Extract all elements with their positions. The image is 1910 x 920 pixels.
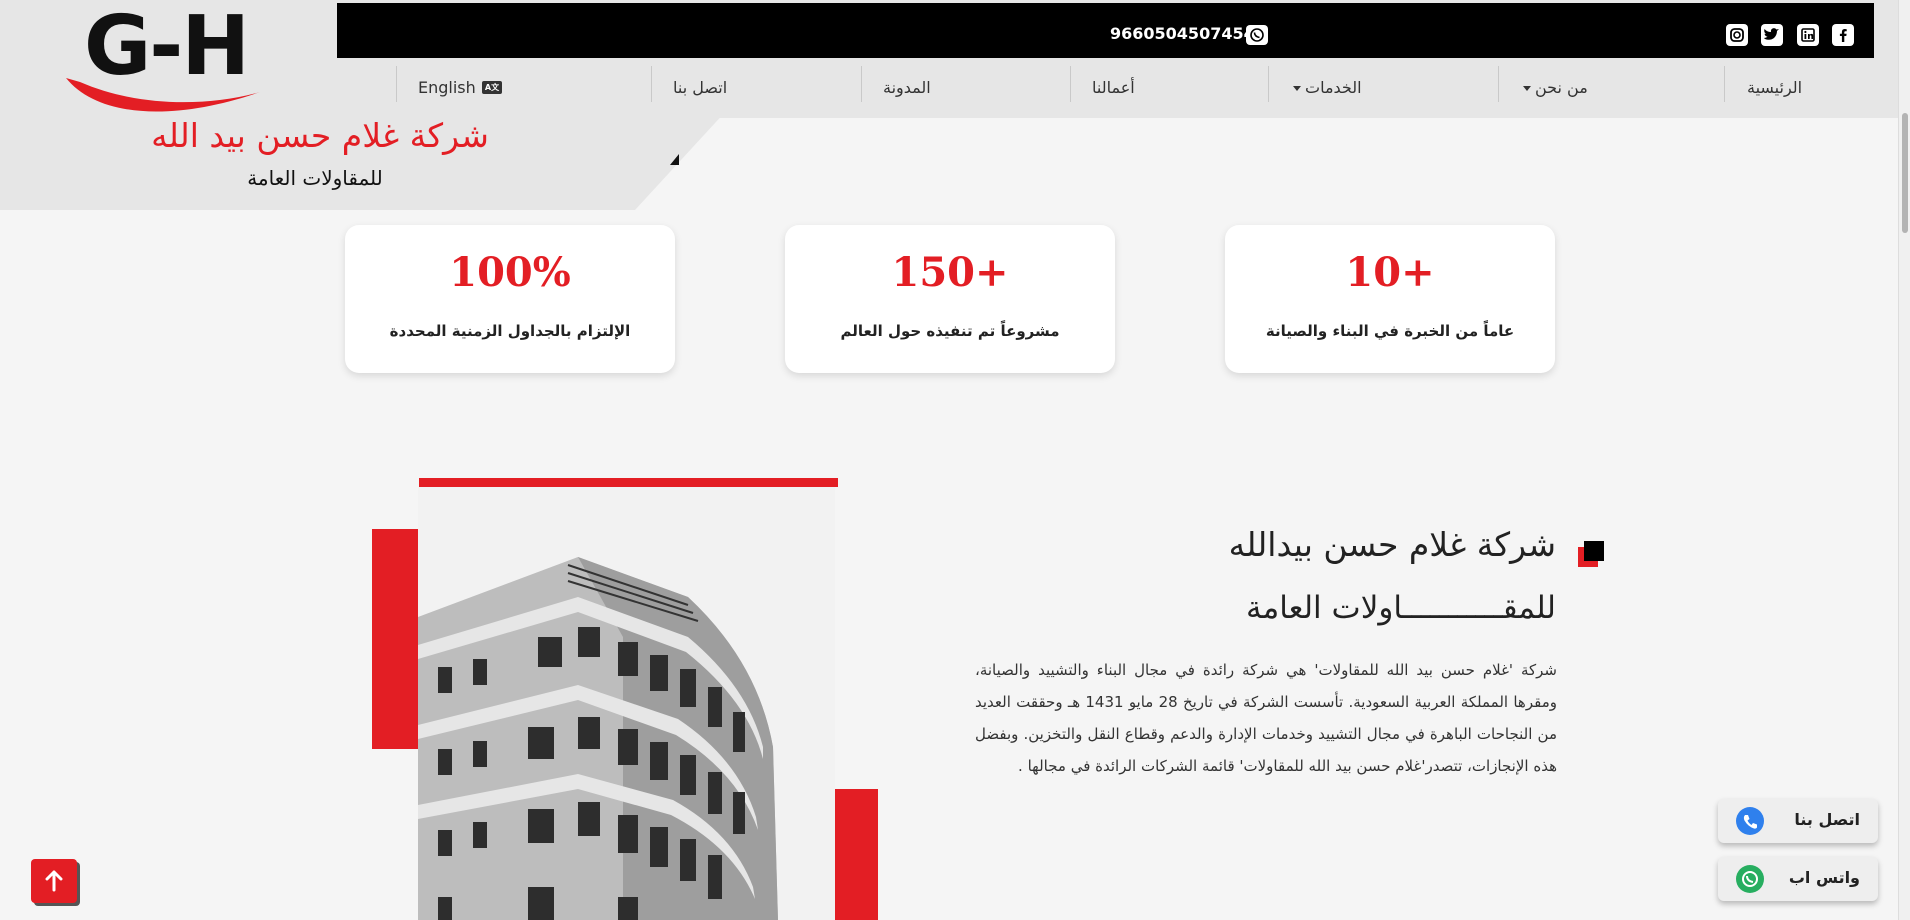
about-subtitle: للمقـــــــــــاولات العامة: [1245, 590, 1556, 626]
top-contact-bar: 9660504507454+: [337, 3, 1874, 58]
nav-divider: [1498, 66, 1499, 102]
stat-value: 150+: [891, 249, 1009, 296]
decor-red-block: [372, 529, 418, 749]
linkedin-icon[interactable]: [1797, 24, 1819, 46]
building-image: [418, 487, 835, 920]
page-scrollbar[interactable]: [1898, 0, 1910, 920]
chevron-down-icon: [1523, 86, 1531, 91]
stat-value: 10+: [1345, 249, 1435, 296]
facebook-icon[interactable]: [1832, 24, 1854, 46]
scrollbar-thumb[interactable]: [1902, 113, 1908, 233]
whatsapp-icon: [1736, 865, 1764, 893]
title-bullet-icon: [1578, 541, 1604, 567]
nav-about-label: من نحن: [1535, 78, 1588, 97]
nav-divider: [861, 66, 862, 102]
company-tagline: للمقاولات العامة: [247, 166, 383, 190]
phone-icon: [1736, 807, 1764, 835]
nav-contact[interactable]: اتصل بنا: [673, 78, 727, 97]
whatsapp-button[interactable]: واتس اب: [1718, 857, 1878, 901]
phone-number[interactable]: 9660504507454+: [1110, 24, 1268, 43]
nav-divider: [651, 66, 652, 102]
back-to-top-button[interactable]: [31, 859, 77, 903]
stat-card-experience: 10+ عاماً من الخبرة في البناء والصيانة: [1225, 225, 1555, 373]
decor-red-bar: [419, 478, 838, 487]
instagram-icon[interactable]: [1726, 24, 1748, 46]
company-name: شركة غلام حسن بيد الله: [151, 116, 489, 155]
about-title: شركة غلام حسن بيدالله: [1228, 525, 1556, 564]
stat-label: الإلتزام بالجداول الزمنية المحددة: [389, 322, 631, 340]
nav-divider: [1070, 66, 1071, 102]
stat-card-commitment: 100% الإلتزام بالجداول الزمنية المحددة: [345, 225, 675, 373]
arrow-up-icon: [45, 870, 63, 892]
nav-divider: [1268, 66, 1269, 102]
stat-label: عاماً من الخبرة في البناء والصيانة: [1265, 322, 1515, 340]
nav-divider: [1724, 66, 1725, 102]
stat-card-projects: 150+ مشروعاً تم تنفيذه حول العالم: [785, 225, 1115, 373]
nav-blog[interactable]: المدونة: [883, 78, 931, 97]
nav-services-label: الخدمات: [1305, 78, 1362, 97]
nav-about[interactable]: من نحن: [1523, 78, 1588, 97]
decor-arrow-icon: [670, 154, 679, 165]
language-icon[interactable]: A文: [482, 81, 502, 94]
about-description: شركة 'غلام حسن بيد الله للمقاولات' هي شر…: [975, 661, 1557, 775]
twitter-icon[interactable]: [1761, 24, 1783, 46]
nav-divider: [396, 66, 397, 102]
stat-value: 100%: [449, 249, 571, 296]
nav-services[interactable]: الخدمات: [1293, 78, 1362, 97]
stat-label: مشروعاً تم تنفيذه حول العالم: [840, 322, 1060, 340]
nav-works[interactable]: أعمالنا: [1092, 78, 1135, 97]
whatsapp-label: واتس اب: [1788, 868, 1860, 887]
call-us-button[interactable]: اتصل بنا: [1718, 799, 1878, 843]
nav-language-english[interactable]: English: [418, 78, 476, 97]
chevron-down-icon: [1293, 86, 1301, 91]
whatsapp-icon[interactable]: [1246, 25, 1268, 45]
logo-text: G-H: [84, 0, 250, 94]
call-us-label: اتصل بنا: [1794, 810, 1860, 829]
nav-home[interactable]: الرئيسية: [1747, 78, 1802, 97]
decor-red-block: [834, 789, 878, 920]
